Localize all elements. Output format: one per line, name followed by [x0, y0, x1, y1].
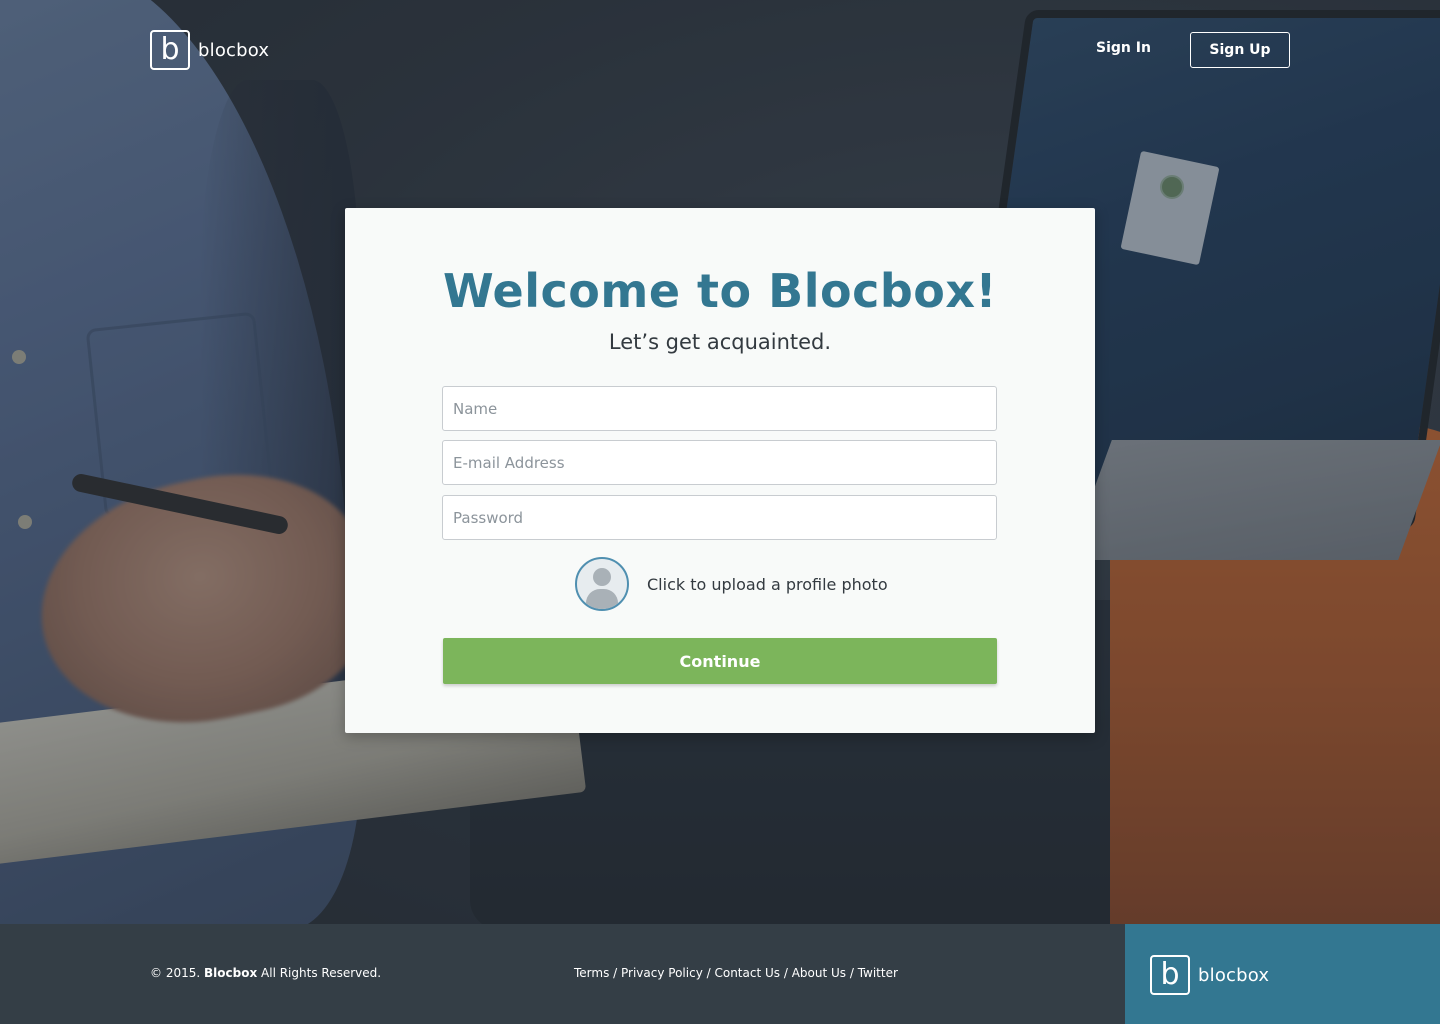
- sign-in-link[interactable]: Sign In: [1096, 40, 1151, 56]
- avatar-placeholder-icon[interactable]: [575, 557, 629, 611]
- footer-link-privacy[interactable]: Privacy Policy: [621, 966, 703, 980]
- logo-text: blocbox: [198, 39, 270, 61]
- header-logo[interactable]: b blocbox: [150, 30, 269, 70]
- footer-link-about[interactable]: About Us: [792, 966, 846, 980]
- footer: © 2015. Blocbox All Rights Reserved. Ter…: [0, 924, 1440, 1024]
- footer-links: Terms / Privacy Policy / Contact Us / Ab…: [574, 966, 898, 980]
- footer-logo-text: blocbox: [1198, 964, 1270, 986]
- footer-link-separator: /: [846, 966, 858, 980]
- name-input[interactable]: [442, 386, 997, 431]
- signup-page: b blocbox Sign In Sign Up Welcome to Blo…: [0, 0, 1440, 1024]
- page-subtitle: Let’s get acquainted.: [608, 330, 832, 354]
- footer-link-twitter[interactable]: Twitter: [858, 966, 898, 980]
- signup-card: Welcome to Blocbox! Let’s get acquainted…: [345, 208, 1095, 733]
- footer-logo[interactable]: b blocbox: [1150, 955, 1269, 995]
- sign-up-button[interactable]: Sign Up: [1190, 32, 1290, 68]
- copyright-brand: Blocbox: [204, 966, 258, 980]
- email-input[interactable]: [442, 440, 997, 485]
- continue-button[interactable]: Continue: [443, 638, 997, 684]
- footer-link-separator: /: [609, 966, 622, 980]
- upload-photo-label[interactable]: Click to upload a profile photo: [647, 575, 888, 594]
- copyright-rights: All Rights Reserved.: [261, 966, 382, 980]
- footer-link-contact[interactable]: Contact Us: [714, 966, 780, 980]
- copyright-text: © 2015. Blocbox All Rights Reserved.: [150, 966, 381, 980]
- copyright-year: © 2015.: [150, 966, 201, 980]
- profile-photo-upload[interactable]: Click to upload a profile photo: [575, 557, 888, 611]
- page-title: Welcome to Blocbox!: [442, 264, 998, 318]
- logo-mark-icon: b: [150, 30, 190, 70]
- password-input[interactable]: [442, 495, 997, 540]
- footer-link-separator: /: [702, 966, 715, 980]
- footer-logo-mark-icon: b: [1150, 955, 1190, 995]
- footer-link-separator: /: [780, 966, 792, 980]
- footer-brand-panel: b blocbox: [1125, 924, 1440, 1024]
- footer-link-terms[interactable]: Terms: [574, 966, 609, 980]
